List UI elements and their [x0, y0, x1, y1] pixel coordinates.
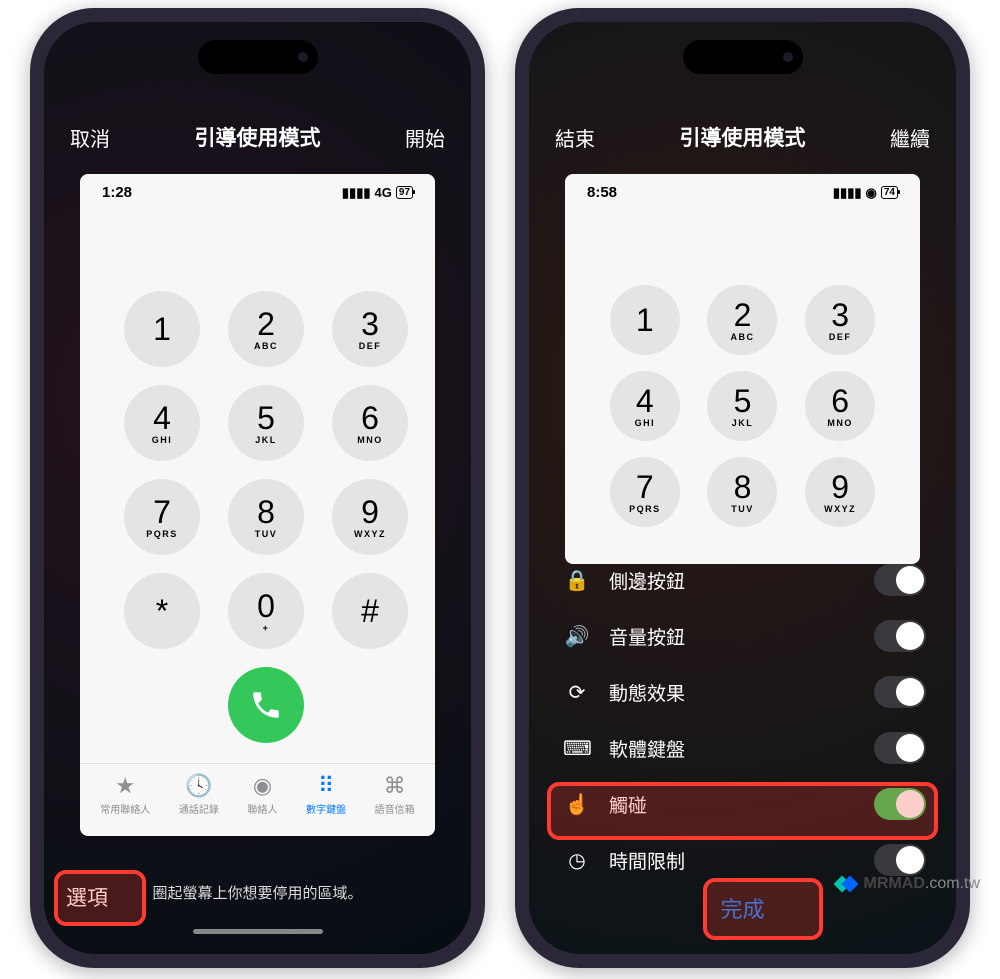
key-9[interactable]: 9WXYZ — [332, 479, 408, 555]
key-0[interactable]: 0+ — [228, 573, 304, 649]
cancel-button[interactable]: 取消 — [70, 123, 110, 152]
key-star[interactable]: * — [124, 573, 200, 649]
continue-button[interactable]: 繼續 — [890, 123, 930, 152]
toggle[interactable] — [874, 732, 926, 764]
toggle[interactable] — [874, 788, 926, 820]
key-hash[interactable]: # — [332, 573, 408, 649]
phone-left: 取消 引導使用模式 開始 1:28 ▮▮▮▮ 4G 97 1 2ABC — [30, 8, 485, 968]
key-5[interactable]: 5JKL — [707, 371, 777, 441]
volume-icon: 🔊 — [563, 624, 591, 649]
key-3[interactable]: 3DEF — [332, 291, 408, 367]
key-4[interactable]: 4GHI — [610, 371, 680, 441]
toggle[interactable] — [874, 676, 926, 708]
key-6[interactable]: 6MNO — [805, 371, 875, 441]
battery-icon: 97 — [396, 186, 413, 199]
refresh-icon: ⟳ — [563, 680, 591, 705]
key-2[interactable]: 2ABC — [707, 285, 777, 355]
start-button[interactable]: 開始 — [405, 123, 445, 152]
timer-icon: ◷ — [563, 848, 591, 873]
lock-icon: 🔒 — [563, 568, 591, 593]
hint-text: 圈起螢幕上你想要停用的區域。 — [64, 882, 451, 903]
key-5[interactable]: 5JKL — [228, 385, 304, 461]
tab-bar: ★常用聯絡人 🕓通話記錄 ◉聯絡人 ⠿數字鍵盤 ⌘語音信箱 — [80, 763, 435, 830]
key-1[interactable]: 1 — [610, 285, 680, 355]
option-motion[interactable]: ⟳ 動態效果 — [543, 664, 942, 720]
network-label: 4G — [375, 185, 392, 200]
tab-voicemail[interactable]: ⌘語音信箱 — [375, 774, 415, 816]
watermark: MRMAD.com.tw — [836, 873, 980, 895]
signal-icon: ▮▮▮▮ — [833, 185, 862, 201]
toggle[interactable] — [874, 844, 926, 876]
touch-icon: ☝ — [563, 792, 591, 817]
nav-title: 引導使用模式 — [680, 122, 806, 152]
key-8[interactable]: 8TUV — [228, 479, 304, 555]
dynamic-island — [198, 40, 318, 74]
option-touch[interactable]: ☝ 觸碰 — [543, 776, 942, 832]
key-2[interactable]: 2ABC — [228, 291, 304, 367]
status-bar: 8:58 ▮▮▮▮ ◉ 74 — [565, 174, 920, 205]
option-keyboard[interactable]: ⌨ 軟體鍵盤 — [543, 720, 942, 776]
toggle[interactable] — [874, 564, 926, 596]
options-button[interactable]: 選項 — [66, 882, 108, 912]
voicemail-icon: ⌘ — [384, 774, 406, 798]
app-preview: 8:58 ▮▮▮▮ ◉ 74 1 2ABC 3DEF 4GHI 5JKL 6MN… — [565, 174, 920, 564]
key-7[interactable]: 7PQRS — [610, 457, 680, 527]
tab-keypad[interactable]: ⠿數字鍵盤 — [306, 774, 346, 816]
end-button[interactable]: 結束 — [555, 123, 595, 152]
home-indicator — [193, 929, 323, 934]
status-bar: 1:28 ▮▮▮▮ 4G 97 — [80, 174, 435, 205]
tab-recents[interactable]: 🕓通話記錄 — [179, 774, 219, 816]
key-6[interactable]: 6MNO — [332, 385, 408, 461]
toggle[interactable] — [874, 620, 926, 652]
wifi-icon: ◉ — [866, 185, 877, 201]
keyboard-icon: ⌨ — [563, 736, 591, 761]
call-button[interactable] — [228, 667, 304, 743]
signal-icon: ▮▮▮▮ — [342, 185, 371, 201]
options-panel: 🔒 側邊按鈕 🔊 音量按鈕 ⟳ 動態效果 ⌨ 軟體鍵盤 — [543, 552, 942, 888]
keypad: 1 2ABC 3DEF 4GHI 5JKL 6MNO 7PQRS 8TUV 9W… — [80, 283, 435, 755]
done-button[interactable]: 完成 — [720, 892, 764, 924]
battery-icon: 74 — [881, 186, 898, 199]
watermark-logo-icon — [836, 873, 858, 895]
key-3[interactable]: 3DEF — [805, 285, 875, 355]
option-side-button[interactable]: 🔒 側邊按鈕 — [543, 552, 942, 608]
status-time: 8:58 — [587, 184, 617, 201]
guided-access-nav: 取消 引導使用模式 開始 — [44, 122, 471, 152]
status-time: 1:28 — [102, 184, 132, 201]
dynamic-island — [683, 40, 803, 74]
tab-favorites[interactable]: ★常用聯絡人 — [100, 774, 150, 816]
nav-title: 引導使用模式 — [195, 122, 321, 152]
person-icon: ◉ — [253, 774, 272, 798]
tab-contacts[interactable]: ◉聯絡人 — [247, 774, 277, 816]
app-preview: 1:28 ▮▮▮▮ 4G 97 1 2ABC 3DEF 4GHI 5JKL 6M… — [80, 174, 435, 836]
keypad: 1 2ABC 3DEF 4GHI 5JKL 6MNO 7PQRS 8TUV 9W… — [565, 205, 920, 539]
phone-right: 結束 引導使用模式 繼續 8:58 ▮▮▮▮ ◉ 74 1 2ABC 3DEF — [515, 8, 970, 968]
keypad-icon: ⠿ — [318, 774, 334, 798]
clock-icon: 🕓 — [185, 774, 212, 798]
key-4[interactable]: 4GHI — [124, 385, 200, 461]
star-icon: ★ — [115, 774, 135, 798]
option-volume-buttons[interactable]: 🔊 音量按鈕 — [543, 608, 942, 664]
guided-access-nav: 結束 引導使用模式 繼續 — [529, 122, 956, 152]
key-9[interactable]: 9WXYZ — [805, 457, 875, 527]
key-8[interactable]: 8TUV — [707, 457, 777, 527]
key-1[interactable]: 1 — [124, 291, 200, 367]
key-7[interactable]: 7PQRS — [124, 479, 200, 555]
